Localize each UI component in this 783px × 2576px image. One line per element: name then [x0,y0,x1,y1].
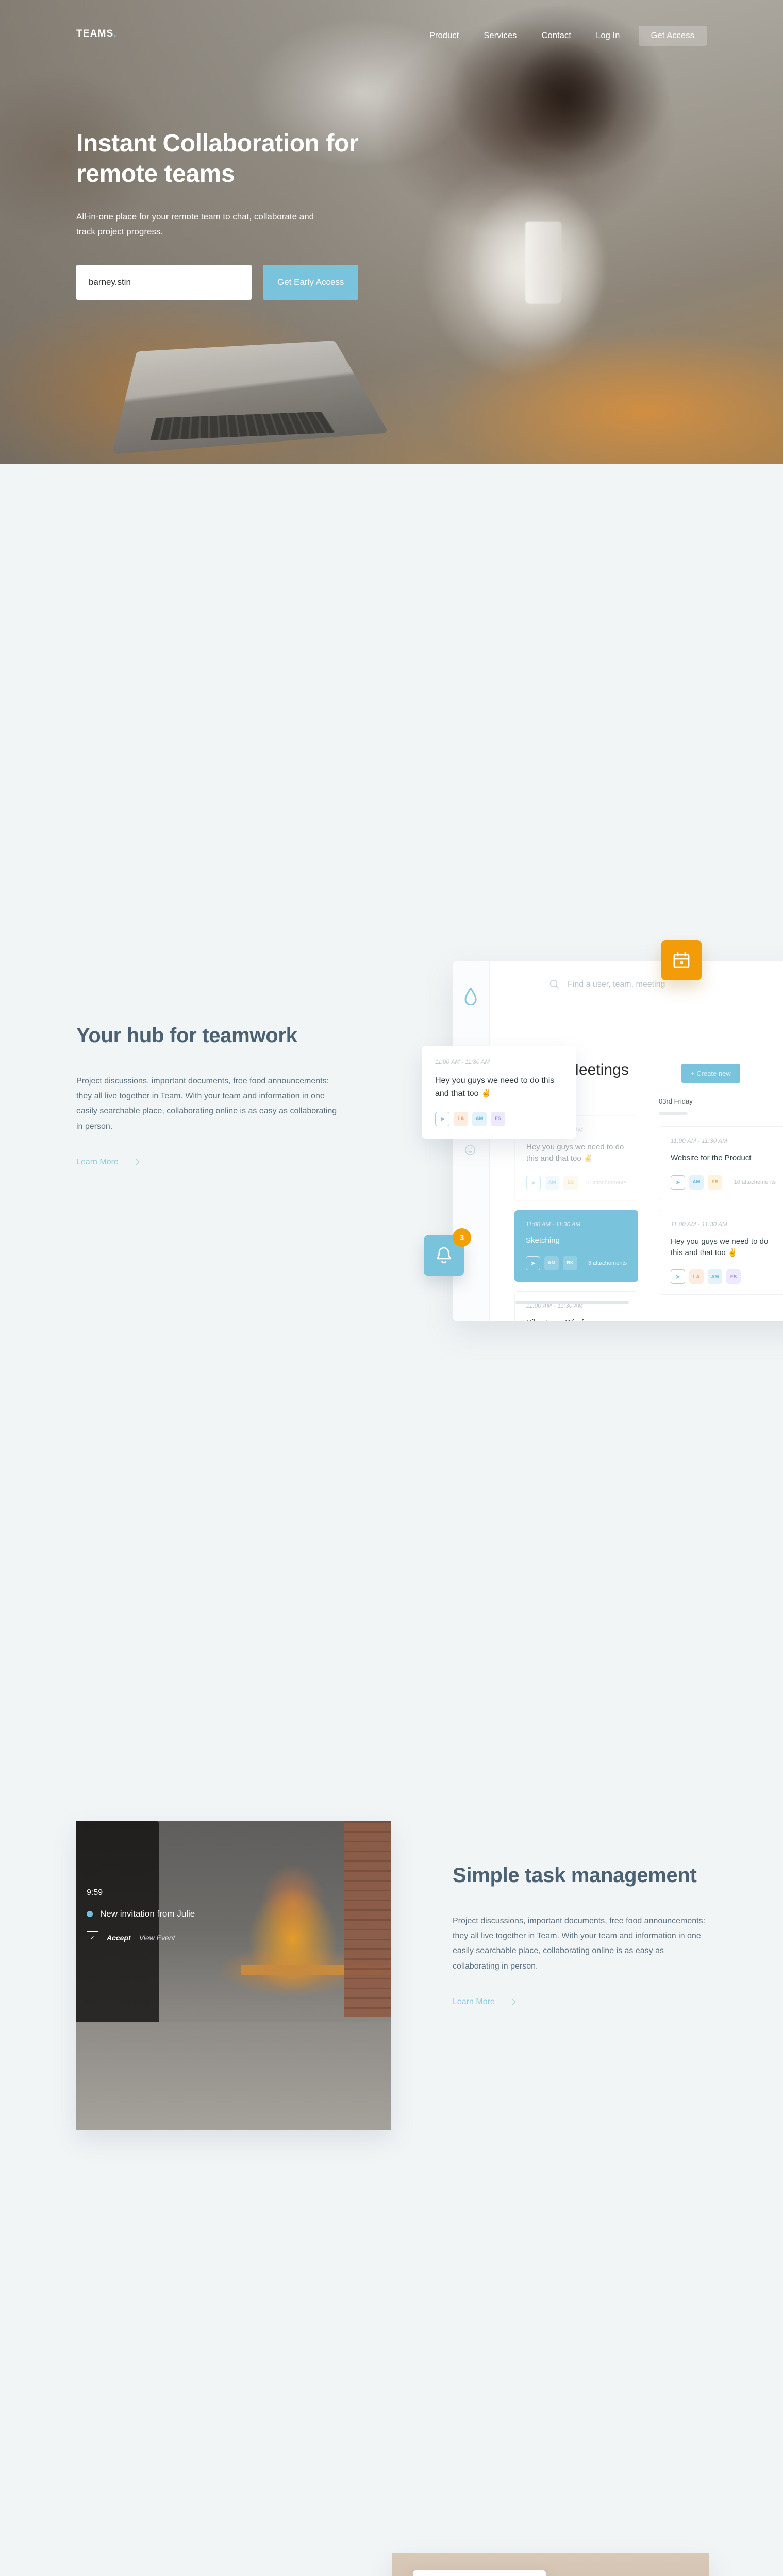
hero-person-image [402,21,690,412]
hero-content: Instant Collaboration for remote teams A… [76,129,437,300]
floating-card-time: 11:00 AM - 11:30 AM [435,1059,490,1065]
nav-item-product[interactable]: Product [417,31,472,41]
avatar: AM [472,1111,487,1126]
hub-section: Your hub for teamwork Project discussion… [0,464,783,1321]
accept-checkbox[interactable]: ✓ [87,1931,98,1943]
notification-message: New invitation from Julie [100,1909,195,1919]
scheduling-meeting-card[interactable]: 11:00 AM - 11:30 AM Inspiration gatherin… [413,2570,546,2576]
task-body: Project discussions, important documents… [453,1917,706,1971]
send-icon[interactable]: ➤ [435,1111,449,1126]
task-learn-more-label: Learn More [453,1997,495,2006]
task-photo [76,1821,391,2130]
status-dot-icon [87,1911,93,1917]
brand-name: TEAMS [76,28,114,39]
task-learn-more-link[interactable]: Learn More [453,1997,514,2007]
floor [76,2022,391,2130]
get-access-button[interactable]: Get Access [638,26,707,46]
email-input[interactable] [76,265,252,300]
nav-item-contact[interactable]: Contact [529,31,584,41]
floating-card-chips: ➤ LA AM FS [435,1111,563,1126]
get-early-access-button[interactable]: Get Early Access [263,265,359,300]
avatar: LA [454,1111,468,1126]
desk [241,1965,391,1975]
hero-subheading: All-in-one place for your remote team to… [76,212,314,236]
notification-actions: ✓ Accept View Event [87,1931,236,1943]
invitation-notification-overlay: 9:59 New invitation from Julie ✓ Accept … [87,1888,236,1943]
avatar: FS [491,1111,505,1126]
notifications-bell-button[interactable]: 3 [424,1228,471,1276]
notification-badge: 3 [453,1228,471,1247]
scheduling-section: Scheduling that actually works Project d… [0,1270,783,2576]
task-text-column: Simple task management Project discussio… [453,1862,710,2007]
signup-form: Get Early Access [76,265,437,300]
coffee-cup [525,222,561,304]
notification-message-row: New invitation from Julie [87,1909,236,1919]
brand-logo[interactable]: TEAMS. [76,28,117,40]
nav-item-services[interactable]: Services [471,31,529,41]
floating-meeting-card[interactable]: 11:00 AM - 11:30 AM Hey you guys we need… [422,1046,576,1139]
calendar-icon [673,952,690,968]
floating-card-title: Hey you guys we need to do this and that… [435,1076,555,1098]
check-icon: ✓ [90,1933,95,1941]
main-nav: Product Services Contact Log In Get Acce… [417,26,707,46]
top-navigation-bar: TEAMS. Product Services Contact Log In G… [0,0,783,67]
hero-heading: Instant Collaboration for remote teams [76,130,359,188]
view-event-link[interactable]: View Event [139,1934,175,1942]
notification-time: 9:59 [87,1888,103,1897]
hero-section: TEAMS. Product Services Contact Log In G… [0,0,783,464]
accept-label[interactable]: Accept [107,1934,131,1942]
task-heading: Simple task management [453,1864,697,1887]
brand-dot: . [113,28,117,39]
bell-icon [437,1247,451,1264]
arrow-right-icon [501,1999,514,2005]
calendar-badge-button[interactable] [661,940,702,980]
nav-item-login[interactable]: Log In [584,31,632,41]
